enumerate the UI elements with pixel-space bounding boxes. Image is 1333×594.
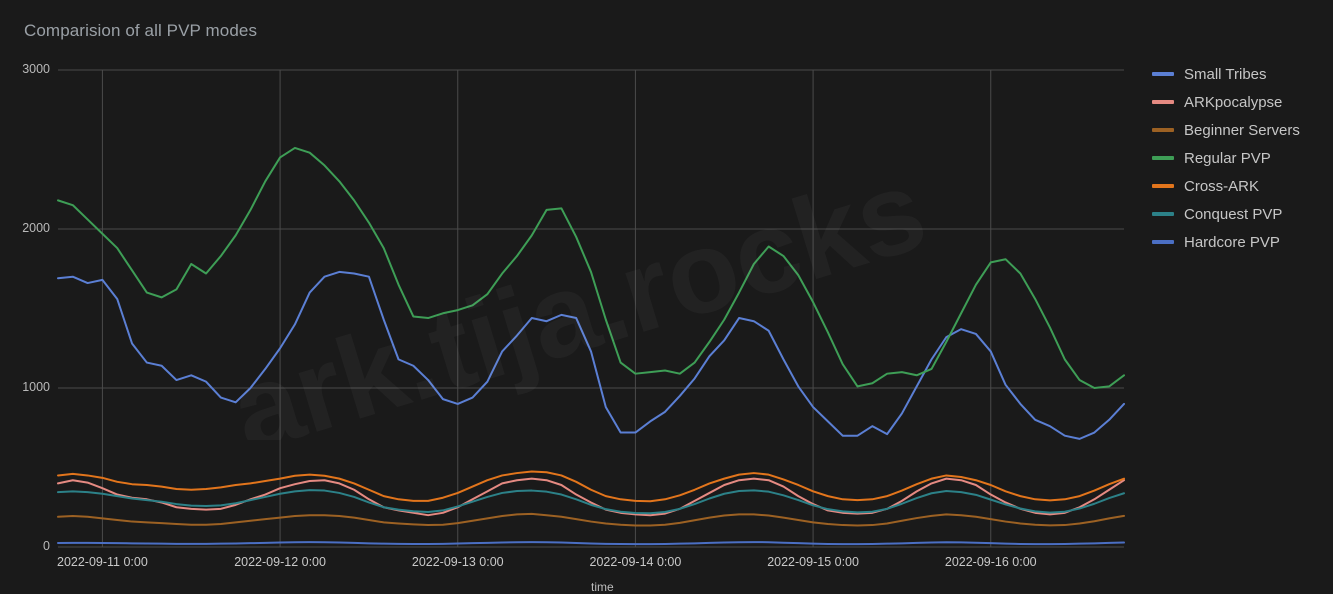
legend-color-swatch: [1152, 156, 1174, 160]
legend-item[interactable]: Small Tribes: [1152, 60, 1333, 88]
legend-item[interactable]: Conquest PVP: [1152, 200, 1333, 228]
series-line-arkpocalypse: [57, 477, 1125, 517]
legend-item[interactable]: Regular PVP: [1152, 144, 1333, 172]
legend-item-label: Cross-ARK: [1184, 177, 1260, 195]
chart-legend: Small Tribes ARKpocalypse Beginner Servers…: [1152, 60, 1333, 256]
x-axis-tick-label: 2022-09-15 0:00: [767, 555, 859, 569]
legend-item[interactable]: Hardcore PVP: [1152, 228, 1333, 256]
series-lines: [57, 146, 1125, 546]
y-axis-tick-label: 0: [43, 539, 50, 553]
legend-item-label: Regular PVP: [1184, 149, 1271, 167]
y-axis-tick-label: 3000: [22, 62, 50, 76]
x-axis-tick-label: 2022-09-16 0:00: [944, 555, 1037, 569]
x-axis-tick-label: 2022-09-11 0:00: [56, 555, 148, 569]
line-chart-svg: [57, 69, 1125, 548]
y-axis-tick-label: 1000: [22, 380, 50, 394]
x-axis-tick-label: 2022-09-12 0:00: [234, 555, 326, 569]
series-line-small-tribes: [57, 270, 1125, 440]
legend-item[interactable]: Beginner Servers: [1152, 116, 1333, 144]
series-line-hardcore-pvp: [57, 541, 1125, 546]
legend-item-label: Beginner Servers: [1184, 121, 1300, 139]
x-axis-tick-label: 2022-09-13 0:00: [411, 555, 504, 569]
legend-item-label: Small Tribes: [1184, 65, 1267, 83]
legend-item[interactable]: ARKpocalypse: [1152, 88, 1333, 116]
legend-color-swatch: [1152, 184, 1174, 188]
legend-item[interactable]: Cross-ARK: [1152, 172, 1333, 200]
chart-page: Comparision of all PVP modes ark.tija.ro…: [0, 0, 1333, 594]
legend-item-label: Hardcore PVP: [1184, 233, 1280, 251]
y-axis-tick-label: 2000: [22, 221, 50, 235]
plot-area: ark.tija.rocks 0 1000 2000 3000 2022-09-11 …: [0, 0, 1140, 594]
legend-item-label: ARKpocalypse: [1184, 93, 1283, 111]
series-line-beginner-servers: [57, 512, 1125, 527]
legend-color-swatch: [1152, 128, 1174, 132]
legend-color-swatch: [1152, 100, 1174, 104]
x-axis-tick-label: 2022-09-14 0:00: [589, 555, 682, 569]
series-line-cross-ark: [57, 470, 1125, 503]
legend-color-swatch: [1152, 240, 1174, 244]
legend-color-swatch: [1152, 72, 1174, 76]
legend-color-swatch: [1152, 212, 1174, 216]
legend-item-label: Conquest PVP: [1184, 205, 1283, 223]
